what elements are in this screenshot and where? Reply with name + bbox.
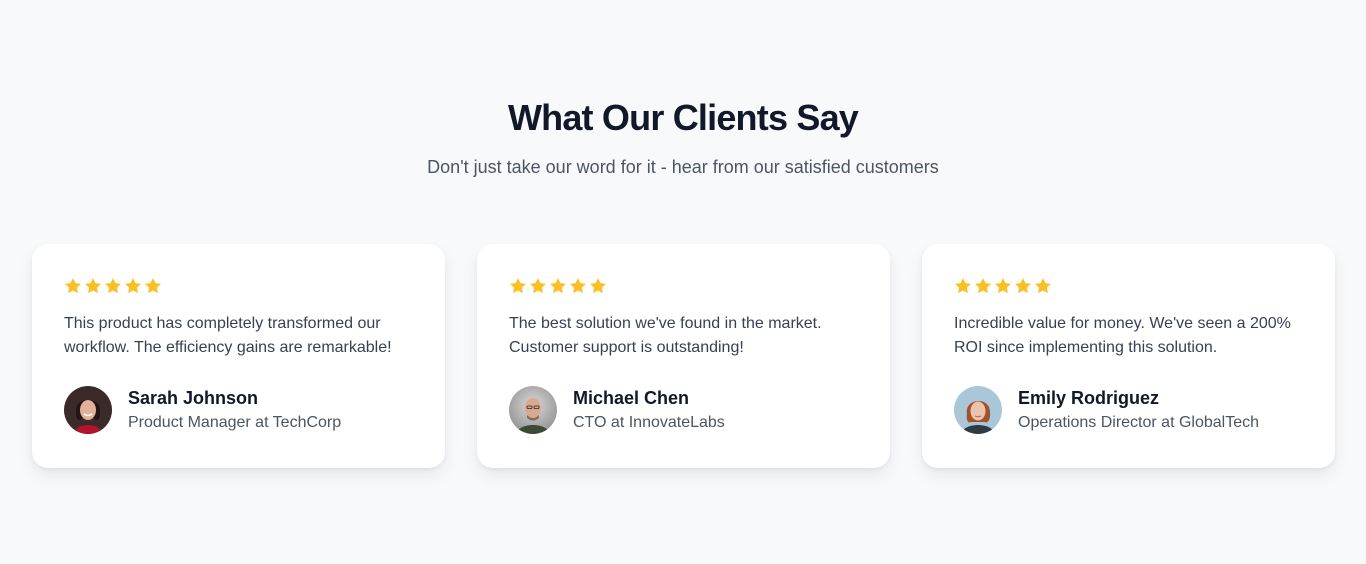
star-icon bbox=[570, 278, 586, 294]
star-icon bbox=[1035, 278, 1051, 294]
star-icon bbox=[975, 278, 991, 294]
star-icon bbox=[145, 278, 161, 294]
star-icon bbox=[530, 278, 546, 294]
testimonial-quote: The best solution we've found in the mar… bbox=[509, 315, 822, 356]
author-name: Michael Chen bbox=[573, 388, 690, 408]
star-rating bbox=[954, 276, 1303, 296]
testimonial-cards: This product has completely transformed … bbox=[32, 244, 1335, 468]
author-name: Emily Rodriguez bbox=[1018, 388, 1160, 408]
star-icon bbox=[995, 278, 1011, 294]
testimonial-card: This product has completely transformed … bbox=[32, 244, 445, 468]
testimonial-author: Sarah Johnson Product Manager at TechCor… bbox=[64, 386, 341, 434]
star-icon bbox=[510, 278, 526, 294]
testimonial-card: Incredible value for money. We've seen a… bbox=[922, 244, 1335, 468]
author-role: CTO at InnovateLabs bbox=[573, 414, 725, 431]
testimonial-quote: This product has completely transformed … bbox=[64, 315, 392, 356]
testimonial-author: Michael Chen CTO at InnovateLabs bbox=[509, 386, 725, 434]
star-icon bbox=[85, 278, 101, 294]
star-icon bbox=[125, 278, 141, 294]
star-icon bbox=[65, 278, 81, 294]
avatar bbox=[954, 386, 1002, 434]
star-icon bbox=[1015, 278, 1031, 294]
author-role: Operations Director at GlobalTech bbox=[1018, 414, 1259, 431]
testimonials-section: What Our Clients Say Don't just take our… bbox=[0, 0, 1366, 564]
star-icon bbox=[550, 278, 566, 294]
author-role: Product Manager at TechCorp bbox=[128, 414, 342, 431]
star-rating bbox=[64, 276, 413, 296]
star-rating bbox=[509, 276, 858, 296]
section-title: What Our Clients Say bbox=[507, 97, 859, 138]
author-name: Sarah Johnson bbox=[128, 388, 259, 408]
section-subtitle: Don't just take our word for it - hear f… bbox=[427, 157, 939, 177]
avatar bbox=[64, 386, 112, 434]
testimonial-author: Emily Rodriguez Operations Director at G… bbox=[954, 386, 1259, 434]
avatar bbox=[509, 386, 557, 434]
star-icon bbox=[590, 278, 606, 294]
testimonial-card: The best solution we've found in the mar… bbox=[477, 244, 890, 468]
star-icon bbox=[105, 278, 121, 294]
star-icon bbox=[955, 278, 971, 294]
testimonial-quote: Incredible value for money. We've seen a… bbox=[954, 315, 1291, 356]
